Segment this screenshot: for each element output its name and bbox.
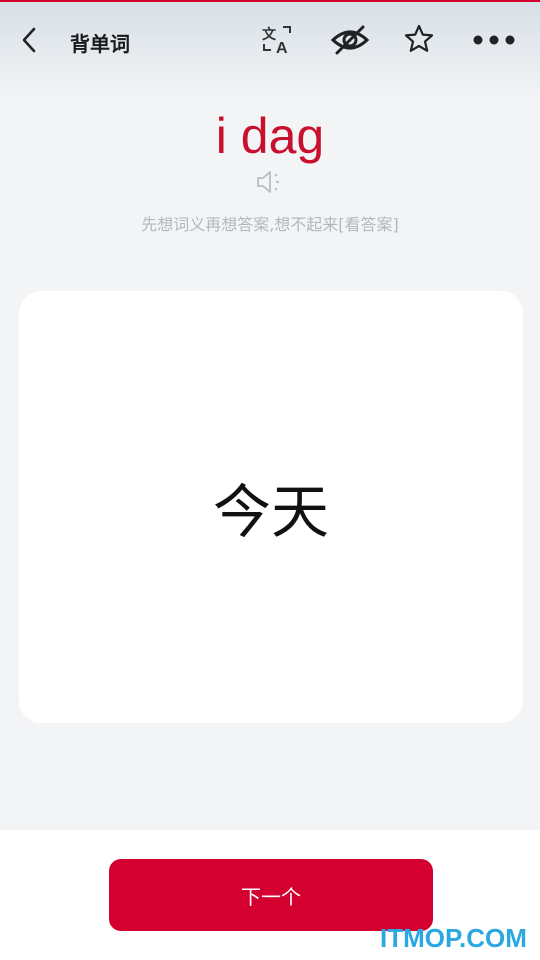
watermark: ITMOP.COM [380,923,527,953]
more-button[interactable] [466,20,522,60]
speaker-icon [257,171,279,193]
hide-meaning-button[interactable] [326,20,374,60]
star-icon [404,24,434,52]
back-arrow-icon [22,27,36,53]
translate-icon: 文 A [262,26,291,56]
next-button[interactable]: 下一个 [109,859,433,931]
eye-off-icon [330,25,370,55]
svg-text:A: A [276,40,288,56]
meaning-card[interactable]: 今天 [19,291,523,723]
svg-text:文: 文 [262,26,277,43]
page-title: 背单词 [70,32,130,56]
answer-hint[interactable]: 先想词义再想答案,想不起来[看答案] [0,214,540,236]
more-icon [473,35,515,45]
pronounce-button[interactable] [254,166,286,198]
app-header: 背单词 文 A [0,2,540,100]
favorite-button[interactable] [398,18,440,60]
vocabulary-word: i dag [215,108,325,164]
translate-button[interactable]: 文 A [256,20,300,60]
meaning-text: 今天 [212,478,329,546]
back-button[interactable] [10,20,50,60]
